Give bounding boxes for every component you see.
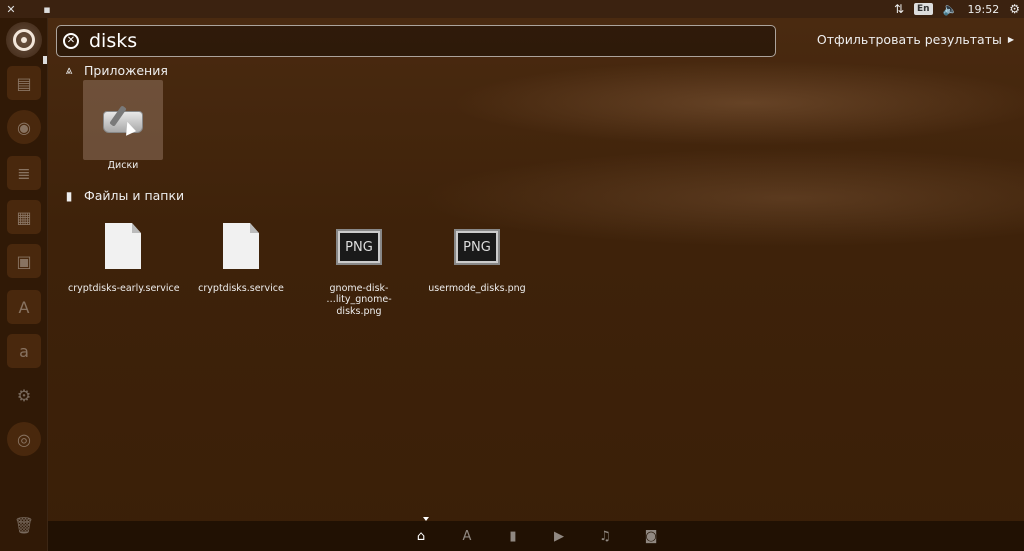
chevron-right-icon: ▶ [1007,35,1014,44]
png-image-icon: PNG [336,229,382,265]
file-result[interactable]: cryptdisks-early.service [68,223,180,294]
home-icon[interactable]: ⌂ [412,527,430,545]
launcher: ▤ ◉ ≣ ▦ ▣ A a ⚙ ◎ 🗑 [0,18,48,551]
dash: ✕ Отфильтровать результаты ▶ ⩓ Приложени… [48,18,1024,551]
file-label: usermode_disks.png [428,283,526,294]
section-title: Приложения [84,63,168,78]
filter-results-label: Отфильтровать результаты [816,32,1002,47]
clear-icon[interactable]: ✕ [63,33,79,49]
file-result[interactable]: cryptdisks.service [186,223,296,294]
disks-icon [101,103,145,137]
app-tile-disks[interactable] [83,80,163,160]
files-lens-icon[interactable]: ▮ [504,527,522,545]
disc-icon[interactable]: ◎ [7,422,41,456]
amazon-icon[interactable]: a [7,334,41,368]
apps-icon: ⩓ [65,63,73,77]
file-label: cryptdisks.service [198,283,284,294]
document-icon [223,223,259,269]
search-box[interactable]: ✕ [56,25,776,57]
files-section-header[interactable]: ▮ Файлы и папки [62,188,184,203]
impress-icon[interactable]: ▣ [7,244,41,278]
close-icon[interactable]: ✕ [4,2,18,16]
trash-icon[interactable]: 🗑 [7,508,41,542]
volume-icon[interactable]: 🔈 [943,2,958,16]
settings-icon[interactable]: ⚙ [7,378,41,412]
clock[interactable]: 19:52 [968,3,1000,16]
search-input[interactable] [89,30,689,52]
apps-lens-icon[interactable]: A [458,527,476,545]
music-lens-icon[interactable]: ♫ [596,527,614,545]
file-label: gnome-disk- …lity_gnome-disks.png [326,283,392,317]
file-label: cryptdisks-early.service [68,283,180,294]
software-center-icon[interactable]: A [7,290,41,324]
lens-bar: ⌂ A ▮ ▶ ♫ ◙ [48,517,1024,551]
writer-icon[interactable]: ≣ [7,156,41,190]
png-icon-label: PNG [458,233,496,261]
section-title: Файлы и папки [84,188,185,203]
top-panel: ✕ ▪ ⇅ En 🔈 19:52 ⚙ [0,0,1024,18]
gear-icon[interactable]: ⚙ [1009,2,1020,16]
file-result[interactable]: PNG gnome-disk- …lity_gnome-disks.png [304,223,414,317]
apps-section-header[interactable]: ⩓ Приложения [62,63,168,78]
file-icon: ▮ [65,188,73,203]
png-image-icon: PNG [454,229,500,265]
firefox-icon[interactable]: ◉ [7,110,41,144]
keyboard-layout-indicator[interactable]: En [914,3,933,15]
system-tray: ⇅ En 🔈 19:52 ⚙ [894,0,1020,18]
calc-icon[interactable]: ▦ [7,200,41,234]
file-result[interactable]: PNG usermode_disks.png [422,223,532,294]
png-icon-label: PNG [340,233,378,261]
launcher-active-indicator [43,56,47,64]
video-lens-icon[interactable]: ▶ [550,527,568,545]
filter-results-button[interactable]: Отфильтровать результаты ▶ [817,32,1014,47]
files-icon[interactable]: ▤ [7,66,41,100]
photo-lens-icon[interactable]: ◙ [642,527,660,545]
maximize-icon[interactable]: ▪ [40,2,54,16]
app-label: Диски [107,160,139,171]
network-arrows-icon[interactable]: ⇅ [894,2,904,16]
ubuntu-logo-icon[interactable] [6,22,42,58]
document-icon [105,223,141,269]
active-lens-marker [423,517,429,521]
